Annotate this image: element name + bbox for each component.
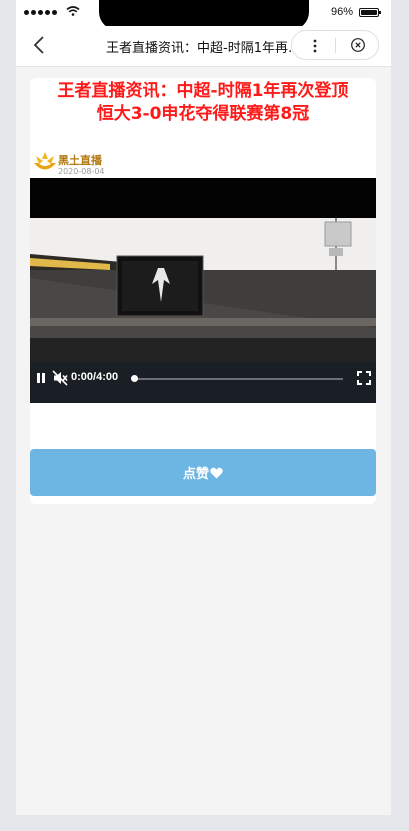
wifi-icon xyxy=(66,6,80,16)
video-player[interactable]: 0:00/4:00 xyxy=(30,178,376,403)
menu-capsule xyxy=(291,30,379,60)
like-label: 点赞 xyxy=(182,467,209,482)
source-name: 黑土直播 xyxy=(58,154,102,167)
headline-line-2: 恒大3-0申花夺得联赛第8冠 xyxy=(96,104,310,124)
signal-icon xyxy=(24,10,57,15)
like-button[interactable]: 点赞 xyxy=(30,449,376,496)
video-progress-bar[interactable] xyxy=(133,378,343,380)
phone-screen: 96% 王者直播资讯：中超-时隔1年再次登顶恒大3-0申花夺得联赛第8冠 王者直… xyxy=(16,0,391,815)
capsule-divider xyxy=(335,38,336,53)
page-title: 王者直播资讯：中超-时隔1年再次登顶恒大3-0申花夺得联赛第8冠 xyxy=(106,41,302,56)
article-card: 王者直播资讯：中超-时隔1年再次登顶 恒大3-0申花夺得联赛第8冠 黑土直播 2… xyxy=(30,78,376,504)
video-controls: 0:00/4:00 xyxy=(30,366,376,391)
battery-percentage: 96% xyxy=(330,6,353,18)
pause-icon[interactable] xyxy=(36,372,46,384)
mute-icon[interactable] xyxy=(52,370,68,386)
publish-date: 2020-08-04 xyxy=(58,167,105,176)
status-bar: 96% xyxy=(16,0,391,30)
back-icon[interactable] xyxy=(30,34,50,56)
heart-icon xyxy=(210,467,223,478)
headline-line-1: 王者直播资讯：中超-时隔1年再次登顶 xyxy=(57,81,349,101)
video-progress-knob[interactable] xyxy=(131,375,138,382)
more-icon[interactable] xyxy=(310,37,320,55)
navigation-bar: 王者直播资讯：中超-时隔1年再次登顶恒大3-0申花夺得联赛第8冠 xyxy=(16,26,391,67)
battery-icon xyxy=(359,8,381,17)
fullscreen-icon[interactable] xyxy=(357,371,371,385)
article-headline: 王者直播资讯：中超-时隔1年再次登顶 恒大3-0申花夺得联赛第8冠 xyxy=(30,80,376,126)
close-circle-icon[interactable] xyxy=(350,37,366,53)
video-time: 0:00/4:00 xyxy=(71,371,119,383)
source-logo-icon xyxy=(34,152,56,170)
